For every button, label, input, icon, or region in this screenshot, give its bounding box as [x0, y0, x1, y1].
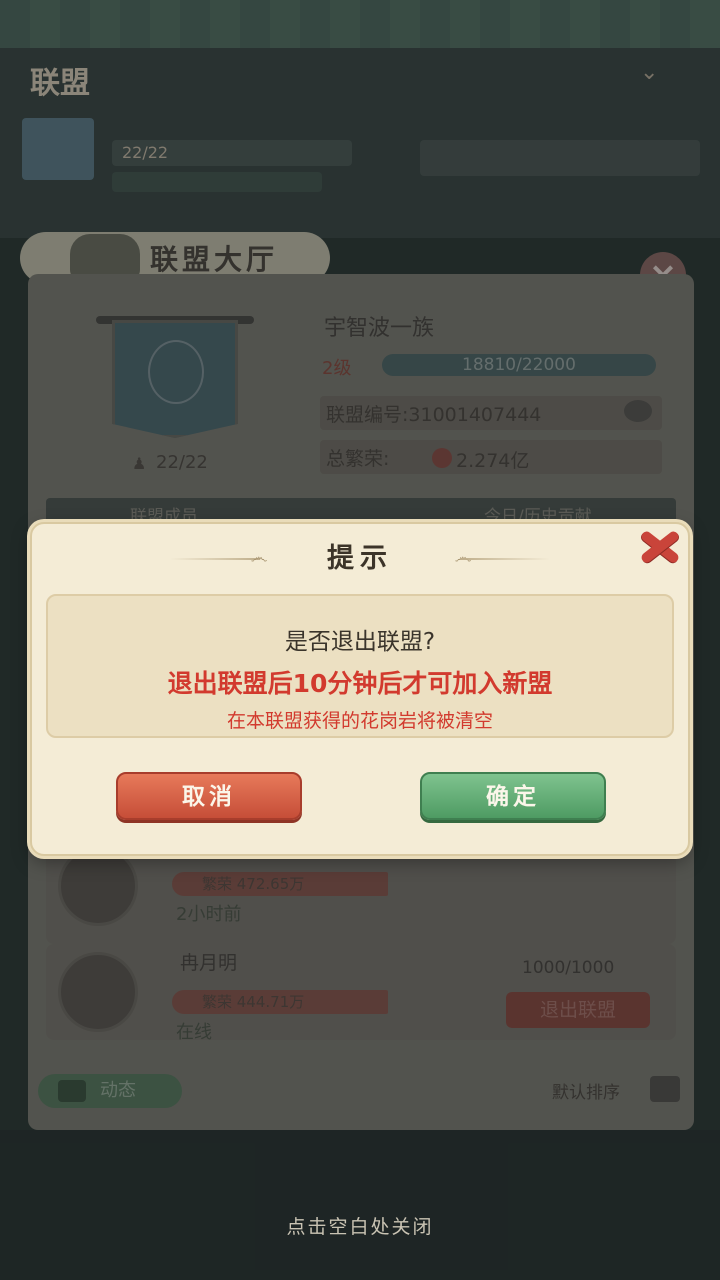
close-hint: 点击空白处关闭 [286, 1216, 434, 1238]
dialog-title: 提示 [327, 543, 393, 574]
close-icon[interactable] [636, 526, 684, 566]
dialog-note: 在本联盟获得的花岗岩将被清空 [226, 710, 493, 732]
dialog-question: 是否退出联盟? [284, 629, 436, 655]
confirm-button[interactable]: 确定 [420, 772, 606, 820]
cancel-button[interactable]: 取消 [116, 772, 302, 820]
dialog-warning: 退出联盟后10分钟后才可加入新盟 [167, 669, 553, 698]
